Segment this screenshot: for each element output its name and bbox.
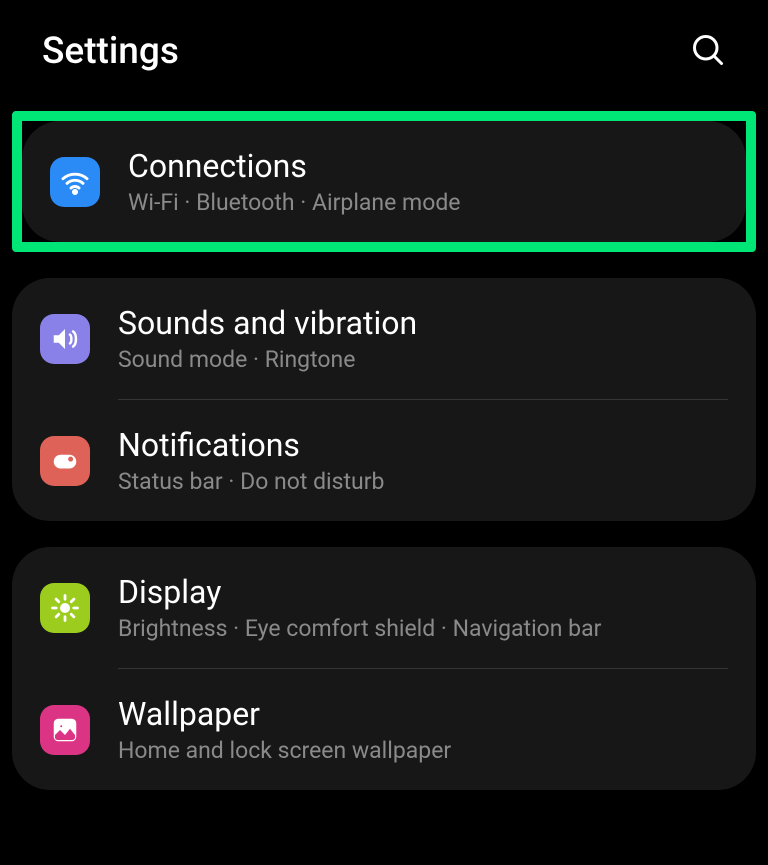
item-content: Sounds and vibration Sound mode · Ringto… [118,304,728,373]
highlight-box: Connections Wi-Fi · Bluetooth · Airplane… [12,111,756,252]
settings-item-connections[interactable]: Connections Wi-Fi · Bluetooth · Airplane… [22,121,746,242]
item-title: Wallpaper [118,695,728,733]
page-title: Settings [42,30,179,73]
item-title: Sounds and vibration [118,304,728,342]
item-subtitle: Home and lock screen wallpaper [118,737,728,764]
wallpaper-icon [40,705,90,755]
item-subtitle: Brightness · Eye comfort shield · Naviga… [118,615,728,642]
settings-group-connections: Connections Wi-Fi · Bluetooth · Airplane… [22,121,746,242]
item-subtitle: Status bar · Do not disturb [118,468,728,495]
item-content: Wallpaper Home and lock screen wallpaper [118,695,728,764]
settings-item-wallpaper[interactable]: Wallpaper Home and lock screen wallpaper [12,669,756,790]
item-title: Display [118,573,728,611]
settings-group-sounds-notifications: Sounds and vibration Sound mode · Ringto… [12,278,756,521]
item-subtitle: Wi-Fi · Bluetooth · Airplane mode [128,189,718,216]
item-content: Connections Wi-Fi · Bluetooth · Airplane… [128,147,718,216]
header: Settings [0,0,768,103]
search-icon[interactable] [690,32,726,72]
item-subtitle: Sound mode · Ringtone [118,346,728,373]
settings-item-display[interactable]: Display Brightness · Eye comfort shield … [12,547,756,668]
brightness-icon [40,583,90,633]
notification-icon [40,436,90,486]
settings-group-display-wallpaper: Display Brightness · Eye comfort shield … [12,547,756,790]
item-content: Notifications Status bar · Do not distur… [118,426,728,495]
sound-icon [40,314,90,364]
wifi-icon [50,157,100,207]
settings-item-notifications[interactable]: Notifications Status bar · Do not distur… [12,400,756,521]
item-title: Notifications [118,426,728,464]
item-title: Connections [128,147,718,185]
item-content: Display Brightness · Eye comfort shield … [118,573,728,642]
settings-item-sounds[interactable]: Sounds and vibration Sound mode · Ringto… [12,278,756,399]
